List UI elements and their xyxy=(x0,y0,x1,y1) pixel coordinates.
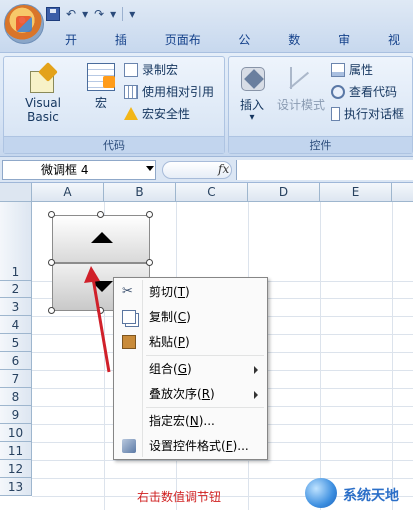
watermark-logo: 系统天地 xyxy=(303,478,413,510)
annotation-arrow-shaft xyxy=(91,277,111,373)
annotation-arrow xyxy=(84,266,111,373)
annotation-arrow-head xyxy=(84,266,100,283)
annotation-caption: 右击数值调节钮 xyxy=(137,490,222,504)
watermark-text: 系统天地 xyxy=(343,488,399,504)
watermark-globe-icon xyxy=(305,478,337,508)
